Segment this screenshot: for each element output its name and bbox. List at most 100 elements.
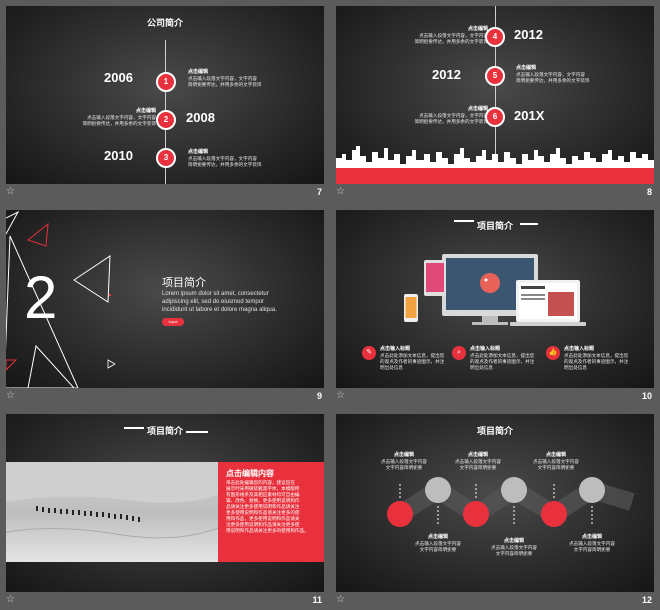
city-skyline-illustration bbox=[336, 146, 654, 184]
timeline-badge: 2 bbox=[156, 110, 176, 130]
feature-text: 明出处信息 bbox=[470, 365, 493, 370]
panel-line: 用说明和作品请关注更多的使用和作品。 bbox=[226, 528, 309, 533]
slide-number: 12 bbox=[641, 595, 652, 605]
timeline-text: 点击编辑 点击输入段落文字内容，文字内容 简明扼要传达，并用多余的文字装饰 bbox=[402, 26, 488, 45]
timeline-text: 点击编辑 点击输入段落文字内容，文字内容 简明扼要传达，并用多余的文字装饰 bbox=[188, 69, 278, 88]
timeline-year: 2012 bbox=[432, 67, 461, 82]
process-callout: 点击编辑 点击输入段落文字内容 文字内容简明扼要 bbox=[448, 452, 508, 471]
timeline-year: 2012 bbox=[514, 27, 543, 42]
slide-number: 7 bbox=[316, 187, 322, 197]
section-title: 项目简介 bbox=[162, 277, 206, 289]
callout-heading: 点击编辑 bbox=[503, 538, 524, 544]
event-text: 简明扼要传达，并用多余的文字装饰 bbox=[82, 121, 156, 126]
feature-heading: 点击输入标题 bbox=[470, 346, 501, 352]
feature-text: 明出处信息 bbox=[380, 365, 403, 370]
star-icon[interactable]: ☆ bbox=[336, 390, 345, 402]
star-icon[interactable]: ☆ bbox=[336, 186, 345, 198]
event-heading: 点击编辑 bbox=[467, 106, 488, 112]
slide-footer: ☆ 10 bbox=[336, 390, 654, 404]
text-panel: 点击编辑内容 单击此处编辑您的内容，建议您在 展示时采用微软雅黑字体，本模版所 … bbox=[218, 462, 324, 562]
slide-title: 项目简介 bbox=[476, 426, 513, 436]
timeline-text: 点击编辑 点击输入段落文字内容，文字内容 简明扼要传达，并用多余的文字装饰 bbox=[70, 108, 156, 127]
callout-text: 文字内容简明扼要 bbox=[495, 551, 533, 556]
slide-footer: ☆ 11 bbox=[6, 594, 324, 608]
process-callout: 点击编辑 点击输入段落文字内容 文字内容简明扼要 bbox=[408, 534, 468, 553]
input-button[interactable]: Input bbox=[162, 318, 184, 326]
star-icon[interactable]: ☆ bbox=[6, 390, 15, 402]
event-heading: 点击编辑 bbox=[188, 69, 209, 75]
callout-heading: 点击编辑 bbox=[467, 452, 488, 458]
callout-heading: 点击编辑 bbox=[427, 534, 448, 540]
timeline-badge: 6 bbox=[485, 107, 505, 127]
thumbs-up-icon: 👍 bbox=[546, 346, 560, 360]
slide-canvas: 项目简介 点击编辑内容 单击此处编辑您的内容，建议您在 展示时采用微软雅黑字体，… bbox=[6, 414, 324, 592]
slide-footer: ☆ 9 bbox=[6, 390, 324, 404]
star-icon[interactable]: ☆ bbox=[6, 186, 15, 198]
callout-text: 文字内容简明扼要 bbox=[419, 547, 457, 552]
timeline-year: 2010 bbox=[104, 148, 133, 163]
slide-canvas: 项目简介 ✎ 点击输入标题 点击此处添加文本信息，提出您 的观点及作者的事迹图示… bbox=[336, 210, 654, 388]
feature-item: 点击输入标题 点击此处添加文本信息，提出您 的观点及作者的事迹图示，并注 明出处… bbox=[564, 346, 632, 371]
timeline-text: 点击编辑 点击输入段落文字内容，文字内容 简明扼要传达，并用多余的文字装饰 bbox=[402, 106, 488, 125]
timeline-text: 点击编辑 点击输入段落文字内容，文字内容 简明扼要传达，并用多余的文字装饰 bbox=[516, 65, 606, 84]
description-line: Lorem ipsum dolor sit amet, consectetur bbox=[162, 291, 269, 297]
callout-heading: 点击编辑 bbox=[581, 534, 602, 540]
callout-text: 文字内容简明扼要 bbox=[385, 465, 423, 470]
event-text: 简明扼要传达，并用多余的文字装饰 bbox=[414, 39, 488, 44]
devices-illustration bbox=[404, 254, 586, 326]
event-heading: 点击编辑 bbox=[135, 108, 156, 114]
slide-title: 项目简介 bbox=[146, 426, 183, 436]
feature-heading: 点击输入标题 bbox=[564, 346, 595, 352]
callout-text: 文字内容简明扼要 bbox=[459, 465, 497, 470]
feature-text: 明出处信息 bbox=[564, 365, 587, 370]
feature-heading: 点击输入标题 bbox=[380, 346, 411, 352]
star-icon[interactable]: ☆ bbox=[336, 594, 345, 606]
slide-canvas: 2 项目简介 Lorem ipsum dolor sit amet, conse… bbox=[6, 210, 324, 388]
callout-text: 文字内容简明扼要 bbox=[573, 547, 611, 552]
slide-number: 8 bbox=[646, 187, 652, 197]
process-callout: 点击编辑 点击输入段落文字内容 文字内容简明扼要 bbox=[374, 452, 434, 471]
slide-footer: ☆ 7 bbox=[6, 186, 324, 200]
feature-item: 点击输入标题 点击此处添加文本信息，提出您 的观点及作者的事迹图示，并注 明出处… bbox=[380, 346, 448, 371]
description-line: incididunt ut labore et dolore magna ali… bbox=[162, 307, 277, 313]
snow-hikers-photo bbox=[6, 462, 218, 562]
section-description: Lorem ipsum dolor sit amet, consectetur … bbox=[162, 290, 312, 314]
timeline-badge: 1 bbox=[156, 72, 176, 92]
event-heading: 点击编辑 bbox=[467, 26, 488, 32]
callout-heading: 点击编辑 bbox=[545, 452, 566, 458]
panel-body: 单击此处编辑您的内容，建议您在 展示时采用微软雅黑字体，本模版所 有图形线条及其… bbox=[226, 480, 322, 534]
event-heading: 点击编辑 bbox=[516, 65, 537, 71]
timeline-badge: 3 bbox=[156, 148, 176, 168]
slide-canvas: 点击编辑 点击输入段落文字内容，文字内容 简明扼要传达，并用多余的文字装饰 4 … bbox=[336, 6, 654, 184]
timeline-year: 2008 bbox=[186, 110, 215, 125]
slide-footer: ☆ 12 bbox=[336, 594, 654, 608]
feature-item: 点击输入标题 点击此处添加文本信息，提出您 的观点及作者的事迹图示，并注 明出处… bbox=[470, 346, 538, 371]
slide-title: 项目简介 bbox=[476, 221, 513, 231]
event-text: 简明扼要传达，并用多余的文字装饰 bbox=[188, 82, 262, 87]
tag-icon: ✎ bbox=[362, 346, 376, 360]
event-heading: 点击编辑 bbox=[188, 149, 209, 155]
slide-footer: ☆ 8 bbox=[336, 186, 654, 200]
slide-number: 9 bbox=[316, 391, 322, 401]
slide-canvas: 项目简介 点击编辑 点击输入段落文字内容 文字内容简明扼要 点击编辑 点击输入段… bbox=[336, 414, 654, 592]
callout-heading: 点击编辑 bbox=[393, 452, 414, 458]
slide-number: 11 bbox=[312, 595, 322, 605]
star-icon[interactable]: ☆ bbox=[6, 594, 15, 606]
timeline-text: 点击编辑 点击输入段落文字内容，文字内容 简明扼要传达，并用多余的文字装饰 bbox=[188, 149, 278, 168]
section-number: 2 bbox=[24, 264, 58, 331]
timeline-badge: 4 bbox=[485, 27, 505, 47]
timeline-year: 2006 bbox=[104, 70, 133, 85]
search-icon: ⌕ bbox=[452, 346, 466, 360]
process-callout: 点击编辑 点击输入段落文字内容 文字内容简明扼要 bbox=[526, 452, 586, 471]
event-text: 简明扼要传达，并用多余的文字装饰 bbox=[188, 162, 262, 167]
panel-heading: 点击编辑内容 bbox=[226, 469, 274, 478]
process-callout: 点击编辑 点击输入段落文字内容 文字内容简明扼要 bbox=[484, 538, 544, 557]
event-text: 简明扼要传达，并用多余的文字装饰 bbox=[414, 119, 488, 124]
slide-title: 公司简介 bbox=[146, 18, 183, 28]
callout-text: 文字内容简明扼要 bbox=[537, 465, 575, 470]
timeline-year: 201X bbox=[514, 108, 545, 123]
timeline-badge: 5 bbox=[485, 66, 505, 86]
slide-canvas: 公司简介 2006 1 点击编辑 点击输入段落文字内容，文字内容 简明扼要传达，… bbox=[6, 6, 324, 184]
process-callout: 点击编辑 点击输入段落文字内容 文字内容简明扼要 bbox=[562, 534, 622, 553]
slide-number: 10 bbox=[641, 391, 652, 401]
